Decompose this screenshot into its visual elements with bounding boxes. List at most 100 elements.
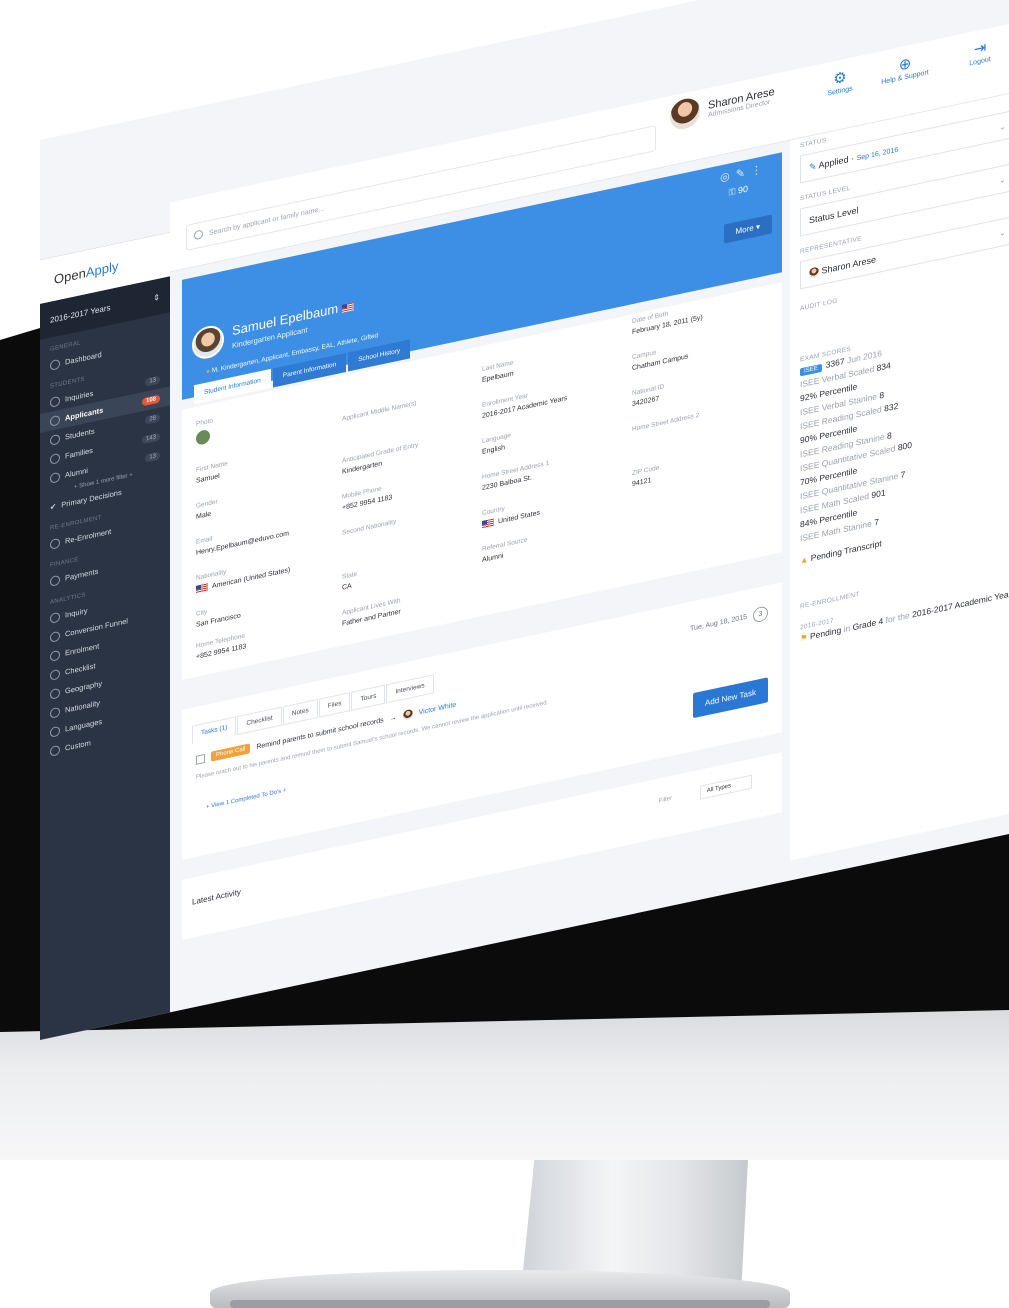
field-nationality: Nationality American (United States) <box>196 555 290 594</box>
field-language: Language English <box>482 432 511 456</box>
field-last-name: Last Name Epelbaum <box>482 359 514 384</box>
score-value: 8 <box>886 429 892 441</box>
enrolment-icon <box>50 649 60 662</box>
user-menu[interactable]: Sharon Arese Admissions Director <box>670 80 775 133</box>
edit-square-icon: ✎ <box>809 160 819 173</box>
tab-tasks[interactable]: Tasks (1) <box>192 716 237 745</box>
count-badge: 28 <box>145 412 160 425</box>
year-label: 2016-2017 Years <box>50 302 111 325</box>
task-date-text: Tue, Aug 18, 2015 <box>690 613 747 633</box>
field-campus: Campus Chatham Campus <box>632 342 688 372</box>
field-value: CA <box>342 582 352 592</box>
score-value: 7 <box>900 469 906 481</box>
field-label: Applicant Middle Name(s) <box>342 399 417 423</box>
help-button[interactable]: ⊕ Help & Support <box>875 50 935 88</box>
reenroll-in: in <box>843 622 851 635</box>
chevron-down-icon: ⌄ <box>999 227 1006 238</box>
assignee-avatar <box>402 708 413 721</box>
reenroll-for: for the <box>885 610 910 626</box>
chevron-updown-icon: ⇕ <box>153 291 160 303</box>
field-country: Country United States <box>482 498 540 530</box>
score-value: 834 <box>876 360 891 374</box>
field-dob: Date of Birth February 18, 2011 (5y) <box>632 303 703 336</box>
field-value: Male <box>196 510 212 521</box>
task-description: Please reach out to his parents and remi… <box>196 699 549 781</box>
points-value: 90 <box>737 183 748 196</box>
more-button[interactable]: More ▾ <box>723 214 772 244</box>
task-assignee[interactable]: Victor White <box>419 701 457 716</box>
field-value: 94121 <box>632 477 652 489</box>
us-flag-icon <box>196 583 208 594</box>
score-value: 8 <box>879 389 885 401</box>
field-lives-with: Applicant Lives With Father and Partner <box>342 597 401 627</box>
tab-notes[interactable]: Notes <box>282 698 318 726</box>
field-label: Photo <box>196 417 213 428</box>
field-middle-name: Applicant Middle Name(s) <box>342 400 416 427</box>
tab-tours[interactable]: Tours <box>351 684 386 711</box>
field-value: Epelbaum <box>482 370 514 385</box>
points-badge: ⚿ 90 <box>729 184 748 199</box>
product-render: Open Apply 2016-2017 Years ⇕ GENERAL Dashb… <box>0 0 1009 1308</box>
settings-button[interactable]: ⚙ Settings <box>810 64 870 102</box>
nav-label: Families <box>65 445 93 461</box>
more-label: More <box>735 223 754 237</box>
count-badge: 108 <box>141 393 160 406</box>
field-address-2: Home Street Address 2 <box>632 412 699 437</box>
chart-icon <box>50 611 60 624</box>
field-enrollment-year: Enrollment Year 2016-2017 Academic Years <box>482 384 567 420</box>
stand-shadow <box>230 1300 770 1308</box>
edit-icon[interactable]: ✎ <box>736 166 751 181</box>
task-count[interactable]: 3 <box>753 605 768 624</box>
photo-thumbnail <box>196 428 210 446</box>
key-icon: ⚿ <box>728 185 738 198</box>
field-label: Gender <box>196 498 218 510</box>
task-checkbox[interactable] <box>196 753 205 765</box>
right-panel: STATUS ✎ Applied · Sep 16, 2016 ⌄ STATUS … <box>790 90 1009 861</box>
count-badge: 13 <box>145 374 160 387</box>
field-first-name: First Name Samuel <box>196 460 228 485</box>
families-icon <box>50 452 60 465</box>
filter-select[interactable]: All Types <box>699 774 752 800</box>
field-email: Email Henry.Epelbaum@eduvo.com <box>196 519 289 557</box>
chevron-down-icon: ⌄ <box>999 121 1006 132</box>
status-level-value: Status Level <box>809 205 859 226</box>
alumni-icon <box>50 471 60 484</box>
nav-label: Payments <box>65 566 99 583</box>
field-national-id: National ID 3420267 <box>632 383 664 408</box>
students-icon <box>50 433 60 446</box>
add-task-button[interactable]: Add New Task <box>693 677 768 719</box>
arrow-right-icon: → <box>389 713 397 723</box>
tab-interviews[interactable]: Interviews <box>386 674 434 704</box>
inquiries-icon <box>50 395 60 408</box>
field-city: City San Francisco <box>196 601 241 628</box>
count-badge: 13 <box>145 450 160 463</box>
count-badge: 143 <box>141 431 160 444</box>
field-state: State CA <box>342 571 357 592</box>
status-date: Sep 16, 2016 <box>856 146 899 162</box>
dashboard-icon <box>50 358 60 371</box>
tab-checklist[interactable]: Checklist <box>237 706 282 736</box>
funnel-icon <box>50 630 60 643</box>
field-gender: Gender Male <box>196 498 218 521</box>
brand-apply: Apply <box>85 257 119 280</box>
kebab-menu-icon[interactable]: ⋮ <box>751 162 768 178</box>
tag-icon[interactable]: ◎ <box>720 169 736 184</box>
task-date: Tue, Aug 18, 2015 3 <box>690 605 768 637</box>
logout-button[interactable]: ⇥ Logout <box>950 34 1009 72</box>
field-address-1: Home Street Address 1 2230 Balboa St. <box>482 460 549 492</box>
score-value: 832 <box>884 400 899 414</box>
nav-label: Custom <box>65 738 91 753</box>
view-completed-link[interactable]: + View 1 Completed To Do's + <box>206 788 286 811</box>
custom-icon <box>50 744 60 757</box>
field-value: Samuel <box>196 472 220 485</box>
applicant-photo <box>192 322 224 362</box>
reenrolment-icon <box>50 537 60 550</box>
us-flag-icon <box>341 301 354 313</box>
payments-icon <box>50 574 60 587</box>
tab-files[interactable]: Files <box>318 692 351 718</box>
reenroll-grade: Grade 4 <box>852 615 884 633</box>
header-actions: ◎✎⋮ <box>720 161 768 184</box>
flag-icon: ⚑ <box>800 631 810 644</box>
representative-value: Sharon Arese <box>821 253 877 276</box>
sidebar: Open Apply 2016-2017 Years ⇕ GENERAL Dashb… <box>40 232 170 1040</box>
